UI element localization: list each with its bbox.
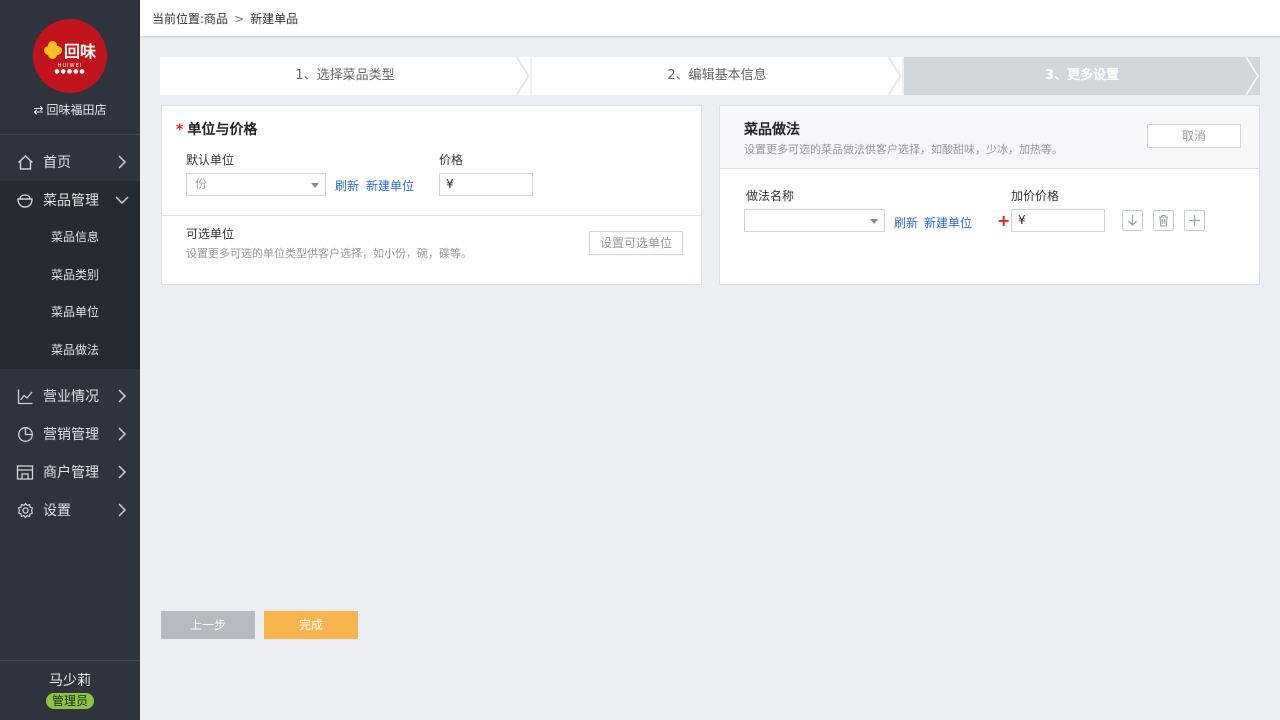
breadcrumb-location-label: 当前位置: xyxy=(152,12,205,26)
nav-label-home: 首页 xyxy=(43,155,71,171)
prev-step-button[interactable]: 上一步 xyxy=(161,611,255,639)
nav-label-merchant: 商户管理 xyxy=(43,465,99,481)
nav-item-business[interactable]: 营业情况 xyxy=(0,377,140,415)
sidebar-item-dish-unit[interactable]: 菜品单位 xyxy=(0,294,140,332)
chevron-right-icon xyxy=(118,503,127,517)
price-input[interactable]: ¥ xyxy=(439,173,533,196)
caret-down-icon xyxy=(311,183,319,188)
unit-price-title-text: 单位与价格 xyxy=(187,122,258,138)
chevron-right-icon xyxy=(118,427,127,441)
chevron-right-icon xyxy=(118,389,127,403)
step-arrow-icon xyxy=(888,57,902,95)
required-mark: * xyxy=(176,122,184,138)
default-unit-select[interactable]: 份 xyxy=(186,173,326,196)
swap-icon: ⇄ xyxy=(33,103,44,117)
default-unit-placeholder: 份 xyxy=(195,177,208,191)
new-unit-link[interactable]: 新建单位 xyxy=(366,177,414,194)
price-label: 价格 xyxy=(439,153,464,167)
nav-label-dish-management: 菜品管理 xyxy=(43,193,99,209)
step-1[interactable]: 1、选择菜品类型 xyxy=(160,57,530,95)
step-2[interactable]: 2、编辑基本信息 xyxy=(532,57,902,95)
breadcrumb-item-goods[interactable]: 商品 xyxy=(204,12,228,26)
caret-down-icon xyxy=(870,219,878,224)
nav-label-business: 营业情况 xyxy=(43,389,99,405)
chevron-down-icon xyxy=(115,196,129,205)
gear-icon xyxy=(16,501,34,519)
nav-item-dish-management[interactable]: 菜品管理 xyxy=(0,181,140,219)
user-card[interactable]: 马少莉 管理员 xyxy=(0,660,140,720)
step-3-label: 3、更多设置 xyxy=(1044,68,1120,83)
breadcrumb-item-new: 新建单品 xyxy=(250,12,299,26)
extra-price-label: 加价价格 xyxy=(1011,189,1060,203)
chevron-right-icon xyxy=(118,155,127,169)
user-role-badge: 管理员 xyxy=(45,693,94,709)
move-down-button[interactable] xyxy=(1122,210,1143,231)
sidebar-item-dish-category[interactable]: 菜品类别 xyxy=(0,257,140,295)
method-name-label: 做法名称 xyxy=(746,189,795,203)
nav-item-settings[interactable]: 设置 xyxy=(0,491,140,529)
step-3[interactable]: 3、更多设置 xyxy=(904,57,1260,95)
cooking-method-hint: 设置更多可选的菜品做法供客户选择，如酸甜味，少冰，加热等。 xyxy=(744,143,1063,156)
arrow-down-icon xyxy=(1128,215,1137,226)
pie-chart-icon xyxy=(16,425,34,443)
unit-price-panel: * 单位与价格 默认单位 份 刷新 新建单位 价格 ¥ 可选单位 设置更多可选的单… xyxy=(161,105,702,285)
delete-button[interactable] xyxy=(1153,210,1174,231)
unit-price-title: * 单位与价格 xyxy=(176,119,257,139)
logo-text: 回味 xyxy=(63,41,96,61)
step-indicator: 1、选择菜品类型 2、编辑基本信息 3、更多设置 xyxy=(160,57,1260,95)
method-name-select[interactable] xyxy=(744,209,885,232)
method-refresh-link[interactable]: 刷新 xyxy=(894,214,918,231)
breadcrumb: 当前位置:商品 > 新建单品 xyxy=(152,10,298,27)
breadcrumb-separator: > xyxy=(234,12,245,26)
cancel-button[interactable]: 取消 xyxy=(1147,124,1241,148)
home-icon xyxy=(16,153,34,171)
add-method-button[interactable] xyxy=(1184,210,1205,231)
flower-icon xyxy=(43,40,62,59)
cooking-method-panel: 菜品做法 设置更多可选的菜品做法供客户选择，如酸甜味，少冰，加热等。 取消 做法… xyxy=(719,105,1260,285)
store-switcher[interactable]: ⇄ 回味福田店 xyxy=(0,101,140,118)
step-2-label: 2、编辑基本信息 xyxy=(667,68,767,83)
optional-unit-title: 可选单位 xyxy=(186,227,235,241)
method-new-unit-link[interactable]: 新建单位 xyxy=(924,214,972,231)
dish-submenu: 菜品信息 菜品类别 菜品单位 菜品做法 xyxy=(0,219,140,369)
extra-price-input[interactable]: ¥ xyxy=(1011,209,1105,232)
bowl-icon xyxy=(16,191,34,209)
store-name: 回味福田店 xyxy=(46,103,107,117)
set-optional-unit-button[interactable]: 设置可选单位 xyxy=(589,231,683,255)
nav-label-marketing: 营销管理 xyxy=(43,427,99,443)
step-arrow-icon xyxy=(516,57,530,95)
brand-logo[interactable]: 回味 HUIWEI ●●●●● xyxy=(33,19,107,93)
plus-icon xyxy=(1189,215,1200,226)
brand-area: 回味 HUIWEI ●●●●● ⇄ 回味福田店 xyxy=(0,0,140,135)
cooking-method-title: 菜品做法 xyxy=(744,122,800,138)
user-name: 马少莉 xyxy=(49,673,91,689)
default-unit-label: 默认单位 xyxy=(186,153,235,167)
sidebar-item-dish-method[interactable]: 菜品做法 xyxy=(0,332,140,370)
store-icon xyxy=(16,463,34,481)
trash-icon xyxy=(1159,214,1168,227)
sidebar-item-dish-info[interactable]: 菜品信息 xyxy=(0,219,140,257)
refresh-link[interactable]: 刷新 xyxy=(335,177,359,194)
nav-item-merchant[interactable]: 商户管理 xyxy=(0,453,140,491)
logo-dots: ●●●●● xyxy=(54,67,86,75)
step-arrow-icon xyxy=(1246,57,1259,95)
nav-item-marketing[interactable]: 营销管理 xyxy=(0,415,140,453)
nav-label-settings: 设置 xyxy=(43,503,71,519)
panel-divider xyxy=(162,215,701,216)
nav-item-home[interactable]: 首页 xyxy=(0,143,140,181)
step-1-label: 1、选择菜品类型 xyxy=(295,68,395,83)
main-nav: 首页 菜品管理 菜品信息 菜品类别 菜品单位 菜品做法 营业情况 营销管理 商户… xyxy=(0,143,140,529)
line-chart-icon xyxy=(16,387,34,405)
top-bar: 当前位置:商品 > 新建单品 xyxy=(140,0,1280,37)
optional-unit-hint: 设置更多可选的单位类型供客户选择，如小份，碗，碟等。 xyxy=(186,247,472,260)
sidebar: 回味 HUIWEI ●●●●● ⇄ 回味福田店 首页 菜品管理 菜品信息 菜品类别 xyxy=(0,0,140,720)
finish-button[interactable]: 完成 xyxy=(264,611,358,639)
chevron-right-icon xyxy=(118,465,127,479)
required-plus-mark: + xyxy=(997,211,1011,230)
